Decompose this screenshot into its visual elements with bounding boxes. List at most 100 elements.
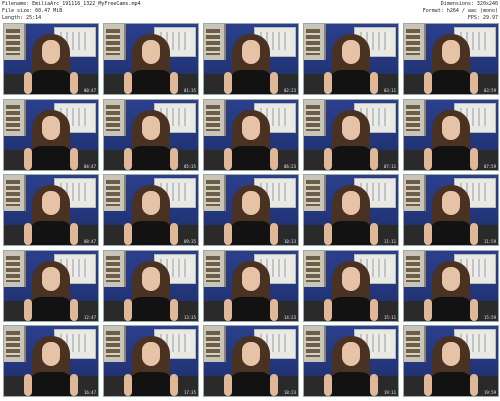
bookshelf-image <box>404 250 426 287</box>
person-body <box>129 221 173 245</box>
thumbnail-frame[interactable]: 16:47 <box>3 325 99 397</box>
person-face <box>142 40 160 64</box>
thumbnail-frame[interactable]: 15:59 <box>403 249 499 322</box>
person-arm-l <box>124 223 132 245</box>
person-arm-l <box>324 374 332 396</box>
thumbnail-frame[interactable]: 11:59 <box>403 174 499 246</box>
thumbnail-grid: 00:47 01:35 02:23 03:11 03:59 04:47 05:35 06:23… <box>3 23 499 398</box>
person-body <box>429 372 473 396</box>
bookshelf-image <box>204 326 226 362</box>
thumbnail-frame[interactable]: 12:47 <box>3 249 99 322</box>
person-body <box>229 221 273 245</box>
person-arm-r <box>70 223 78 245</box>
person-figure <box>324 28 378 94</box>
person-body <box>329 70 373 94</box>
person-body <box>329 372 373 396</box>
timestamp-label: 19:11 <box>383 390 396 395</box>
thumbnail-frame[interactable]: 03:11 <box>303 23 399 95</box>
thumbnail-frame[interactable]: 06:23 <box>203 98 299 171</box>
person-figure <box>224 179 278 245</box>
thumbnail-frame[interactable]: 18:23 <box>203 325 299 397</box>
timestamp-label: 00:47 <box>83 88 96 93</box>
person-arm-r <box>370 298 378 321</box>
timestamp-label: 05:35 <box>183 163 196 169</box>
person-figure <box>324 104 378 170</box>
person-arm-l <box>324 223 332 245</box>
thumbnail-frame[interactable]: 19:11 <box>303 325 399 397</box>
person-arm-l <box>224 72 232 94</box>
person-arm-l <box>324 147 332 170</box>
person-arm-r <box>270 374 278 396</box>
person-face <box>242 266 260 291</box>
person-arm-l <box>424 298 432 321</box>
person-figure <box>424 330 478 396</box>
person-arm-l <box>24 374 32 396</box>
timestamp-label: 11:11 <box>383 239 396 244</box>
bookshelf-image <box>204 24 226 60</box>
thumbnail-frame[interactable]: 08:47 <box>3 174 99 246</box>
timestamp-label: 16:47 <box>83 390 96 395</box>
person-figure <box>24 28 78 94</box>
person-figure <box>224 28 278 94</box>
person-arm-r <box>270 223 278 245</box>
person-arm-r <box>370 72 378 94</box>
bookshelf-image <box>4 175 26 211</box>
length-text: Length: 25:14 <box>2 15 42 22</box>
person-arm-r <box>370 147 378 170</box>
thumbnail-frame[interactable]: 19:59 <box>403 325 499 397</box>
thumbnail-frame[interactable]: 10:23 <box>203 174 299 246</box>
person-face <box>342 191 360 215</box>
timestamp-label: 15:59 <box>483 314 496 320</box>
thumbnail-frame[interactable]: 07:11 <box>303 98 399 171</box>
thumbnail-frame[interactable]: 13:35 <box>103 249 199 322</box>
person-arm-r <box>470 298 478 321</box>
person-figure <box>224 330 278 396</box>
bookshelf-image <box>4 99 26 136</box>
person-face <box>242 40 260 64</box>
timestamp-label: 08:47 <box>83 239 96 244</box>
thumbnail-frame[interactable]: 09:35 <box>103 174 199 246</box>
person-arm-l <box>224 374 232 396</box>
bookshelf-image <box>104 24 126 60</box>
person-face <box>342 40 360 64</box>
person-figure <box>224 104 278 170</box>
file-info-right: Dimensions: 320x240 Format: h264 / aac (… <box>423 1 498 23</box>
thumbnail-frame[interactable]: 14:23 <box>203 249 299 322</box>
thumbnail-frame[interactable]: 07:59 <box>403 98 499 171</box>
person-arm-l <box>224 147 232 170</box>
person-arm-l <box>424 374 432 396</box>
thumbnail-frame[interactable]: 17:35 <box>103 325 199 397</box>
timestamp-label: 03:11 <box>383 88 396 93</box>
person-face <box>442 191 460 215</box>
person-face <box>242 115 260 140</box>
person-arm-l <box>24 147 32 170</box>
thumbnail-frame[interactable]: 00:47 <box>3 23 99 95</box>
timestamp-label: 17:35 <box>183 390 196 395</box>
person-arm-r <box>170 374 178 396</box>
person-arm-r <box>170 72 178 94</box>
person-figure <box>24 330 78 396</box>
format-text: Format: h264 / aac (mono) <box>422 7 498 14</box>
thumbnail-frame[interactable]: 01:35 <box>103 23 199 95</box>
person-arm-l <box>24 72 32 94</box>
thumbnail-frame[interactable]: 15:11 <box>303 249 399 322</box>
person-figure <box>424 104 478 170</box>
person-body <box>129 296 173 321</box>
timestamp-label: 19:59 <box>483 390 496 395</box>
person-body <box>429 145 473 170</box>
thumbnail-frame[interactable]: 05:35 <box>103 98 199 171</box>
thumbnail-frame[interactable]: 02:23 <box>203 23 299 95</box>
person-body <box>329 145 373 170</box>
bookshelf-image <box>404 99 426 136</box>
person-face <box>442 115 460 140</box>
timestamp-label: 11:59 <box>483 239 496 244</box>
person-face <box>342 115 360 140</box>
thumbnail-frame[interactable]: 11:11 <box>303 174 399 246</box>
thumbnail-frame[interactable]: 04:47 <box>3 98 99 171</box>
timestamp-label: 06:23 <box>283 163 296 169</box>
thumbnail-frame[interactable]: 03:59 <box>403 23 499 95</box>
person-face <box>442 342 460 366</box>
timestamp-label: 03:59 <box>483 88 496 93</box>
bookshelf-image <box>104 99 126 136</box>
person-arm-r <box>270 298 278 321</box>
